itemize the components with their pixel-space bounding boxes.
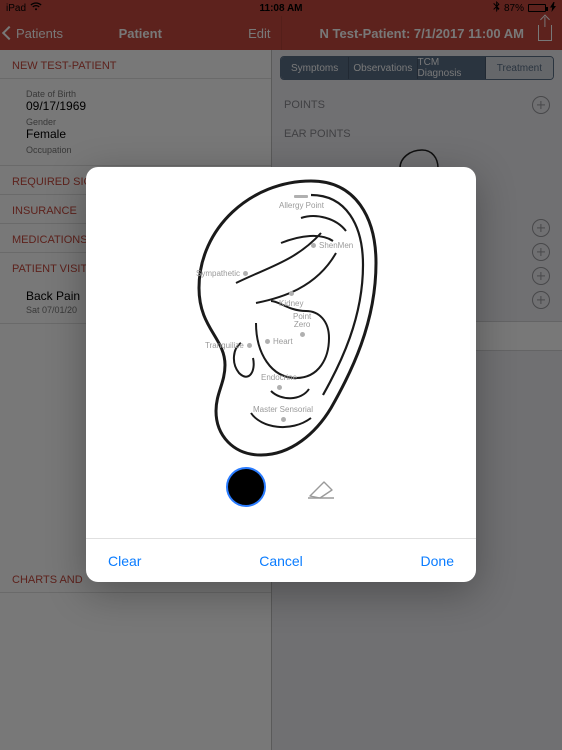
point-dot-icon [300,332,305,337]
point-marker-icon [294,195,308,198]
brush-tool[interactable] [226,467,266,507]
ear-diagram[interactable]: Allergy Point ShenMen Sympathetic Kidney… [161,173,401,463]
label-shenmen[interactable]: ShenMen [311,241,353,250]
label-point-zero[interactable]: Point Zero [293,313,311,337]
point-dot-icon [243,271,248,276]
label-endocrine[interactable]: Endocrine [261,373,297,390]
clear-button[interactable]: Clear [108,553,141,569]
label-sympathetic[interactable]: Sympathetic [196,269,248,278]
label-tranquilize[interactable]: Tranquilize [205,341,252,350]
tool-row [226,467,336,507]
done-button[interactable]: Done [421,553,454,569]
point-dot-icon [311,243,316,248]
cancel-button[interactable]: Cancel [259,553,303,569]
label-kidney[interactable]: Kidney [279,291,303,308]
eraser-icon [306,474,336,500]
point-dot-icon [265,339,270,344]
ear-points-modal: Allergy Point ShenMen Sympathetic Kidney… [86,167,476,582]
point-dot-icon [289,291,294,296]
modal-footer: Clear Cancel Done [86,538,476,582]
eraser-tool[interactable] [306,474,336,500]
label-master[interactable]: Master Sensorial [253,405,313,422]
point-dot-icon [247,343,252,348]
label-allergy[interactable]: Allergy Point [279,195,324,210]
point-dot-icon [281,417,286,422]
point-dot-icon [277,385,282,390]
label-heart[interactable]: Heart [265,337,293,346]
